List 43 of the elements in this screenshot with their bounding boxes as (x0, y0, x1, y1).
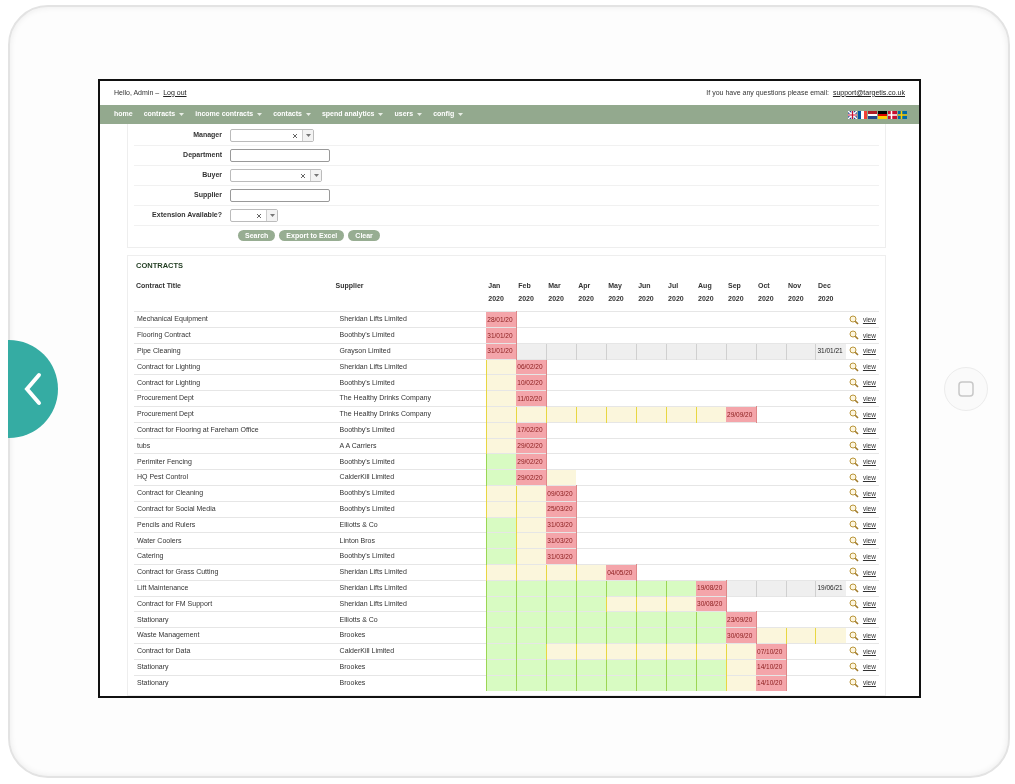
text-field[interactable] (230, 189, 330, 202)
chevron-left-icon (23, 372, 43, 406)
search-icon (848, 583, 859, 594)
flag-icon (888, 110, 897, 119)
caret-icon (313, 174, 319, 177)
search-icon (848, 330, 859, 341)
search-icon (848, 567, 859, 578)
select-field[interactable] (230, 129, 314, 142)
flag-icon (878, 110, 887, 119)
search-icon (848, 472, 859, 483)
caret-icon (269, 214, 275, 217)
select-field[interactable] (230, 169, 322, 182)
caret-icon (305, 134, 311, 137)
search-icon (848, 441, 859, 451)
search-icon (848, 504, 859, 515)
search-icon (848, 630, 859, 641)
search-icon (848, 599, 859, 609)
search-icon (848, 488, 859, 499)
search-icon (848, 614, 859, 625)
flag-icon (848, 110, 857, 119)
search-icon (848, 346, 859, 357)
search-icon (848, 362, 859, 373)
select-field[interactable] (230, 209, 278, 222)
search-icon (848, 520, 859, 530)
flag-icon (858, 110, 867, 119)
clear-icon (292, 132, 298, 139)
search-icon (848, 393, 859, 404)
search-icon (848, 551, 859, 562)
search-icon (848, 535, 859, 546)
search-icon (848, 678, 859, 689)
flag-icon (868, 110, 877, 119)
text-field[interactable] (230, 149, 330, 162)
search-icon (848, 425, 859, 436)
search-icon (848, 409, 859, 420)
search-icon (848, 314, 859, 325)
square-icon (958, 381, 974, 397)
flag-icon (898, 110, 907, 119)
search-icon (848, 456, 859, 467)
clear-icon (300, 172, 306, 179)
search-icon (848, 377, 859, 388)
search-icon (848, 662, 859, 673)
clear-icon (256, 212, 262, 219)
search-icon (848, 646, 859, 657)
